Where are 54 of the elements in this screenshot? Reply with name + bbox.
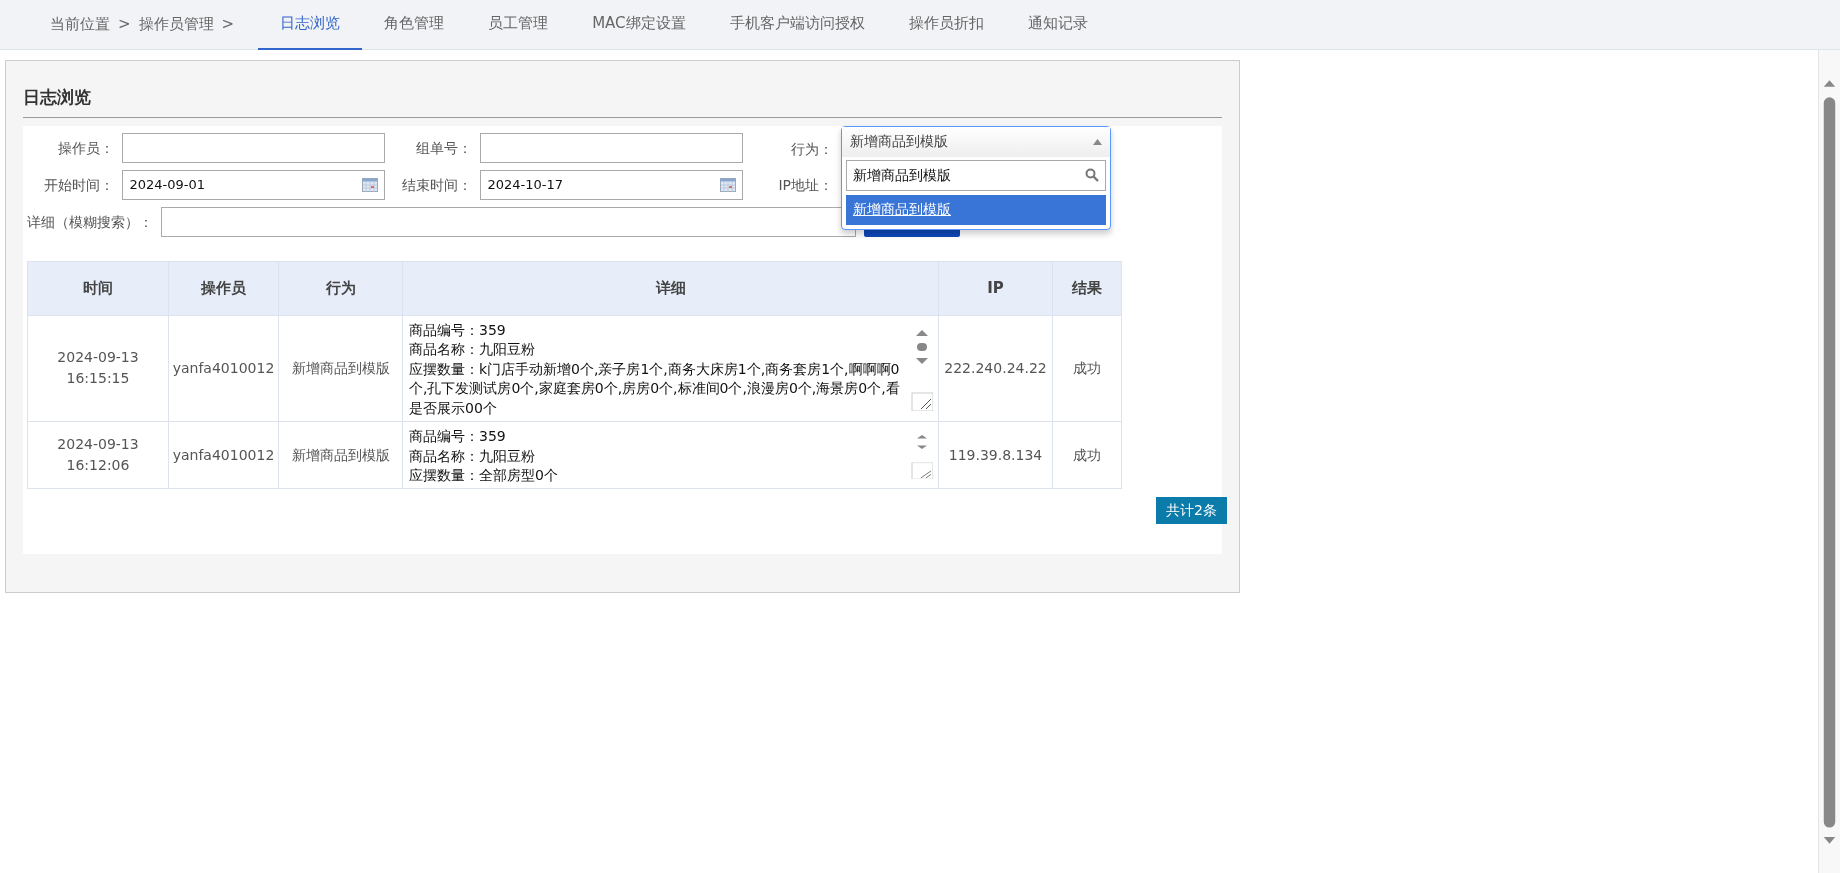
- panel-title: 日志浏览: [23, 61, 1222, 118]
- calendar-icon[interactable]: [720, 178, 736, 192]
- field-label: 行为：: [790, 140, 833, 159]
- tab[interactable]: 手机客户端访问授权: [707, 0, 887, 50]
- field-label: IP地址：: [777, 175, 833, 195]
- scrollbar[interactable]: [1818, 50, 1840, 873]
- detail-line: 应摆数量：全部房型0个: [409, 466, 559, 485]
- field-label: 结束时间：: [401, 175, 473, 195]
- field-label: 详细（模糊搜索）：: [27, 212, 153, 232]
- detail-line: 商品编号：359: [409, 320, 507, 340]
- detail-line: 商品编号：359: [409, 427, 507, 446]
- tab[interactable]: MAC绑定设置: [570, 0, 708, 50]
- table-cell-text: 2024-09-13 16:12:06: [56, 435, 140, 475]
- table-cell: yanfa4010012: [168, 421, 279, 489]
- column-header: 结果: [1052, 261, 1122, 315]
- search-field[interactable]: 新增商品到模版: [846, 159, 1106, 191]
- table-cell: 成功: [1052, 421, 1122, 489]
- breadcrumb-item: 操作员管理: [138, 14, 214, 36]
- breadcrumb-item: 当前位置: [50, 14, 110, 36]
- dropdown-option[interactable]: 新增商品到模版: [846, 194, 1106, 225]
- field-label: 开始时间：: [43, 175, 115, 195]
- column-header: 时间: [27, 261, 169, 315]
- input-field[interactable]: [480, 133, 743, 163]
- tab[interactable]: 通知记录: [1005, 0, 1110, 50]
- table-cell: 119.39.8.134: [938, 421, 1053, 489]
- column-header: 详细: [402, 261, 939, 315]
- search-icon: [1085, 168, 1099, 182]
- breadcrumb-item: >: [221, 14, 235, 36]
- column-header: 操作员: [168, 261, 279, 315]
- calendar-icon[interactable]: [362, 178, 378, 192]
- field-label: 操作员：: [57, 138, 115, 158]
- tab[interactable]: 操作员折扣: [886, 0, 1006, 50]
- breadcrumb-item: >: [118, 14, 131, 36]
- total-count: 共计2条: [1156, 497, 1227, 524]
- column-header: 行为: [278, 261, 403, 315]
- tab[interactable]: 角色管理: [362, 0, 467, 50]
- table-cell: 成功: [1052, 315, 1122, 422]
- detail-line: 商品名称：九阳豆粉: [409, 340, 536, 359]
- select-field[interactable]: 新增商品到模版: [842, 126, 1110, 157]
- date-field[interactable]: 2024-09-01: [122, 170, 385, 200]
- table-cell: yanfa4010012: [168, 315, 279, 422]
- table-cell-text: 2024-09-13 16:15:15: [56, 348, 140, 389]
- caret-icon: [1093, 138, 1102, 145]
- detail-line: 商品名称：九阳豆粉: [409, 446, 536, 466]
- detail-line: 应摆数量：k门店手动新增0个,亲子房1个,商务大床房1个,商务套房1个,啊啊啊0个,孔下发测试房0个,家庭套房0个,房房0个,标准间0个,浪漫房0个,海景房0个,看是否展示00个: [409, 359, 901, 418]
- table-cell: 222.240.24.22: [938, 315, 1053, 422]
- column-header: IP: [938, 261, 1053, 315]
- field-label: 组单号：: [415, 138, 473, 158]
- tab[interactable]: 员工管理: [466, 0, 571, 50]
- table-cell: 新增商品到模版: [278, 315, 403, 422]
- input-field[interactable]: [122, 133, 385, 163]
- tab[interactable]: 日志浏览: [258, 0, 363, 50]
- table-cell: 新增商品到模版: [278, 421, 403, 489]
- date-field[interactable]: 2024-10-17: [480, 170, 743, 200]
